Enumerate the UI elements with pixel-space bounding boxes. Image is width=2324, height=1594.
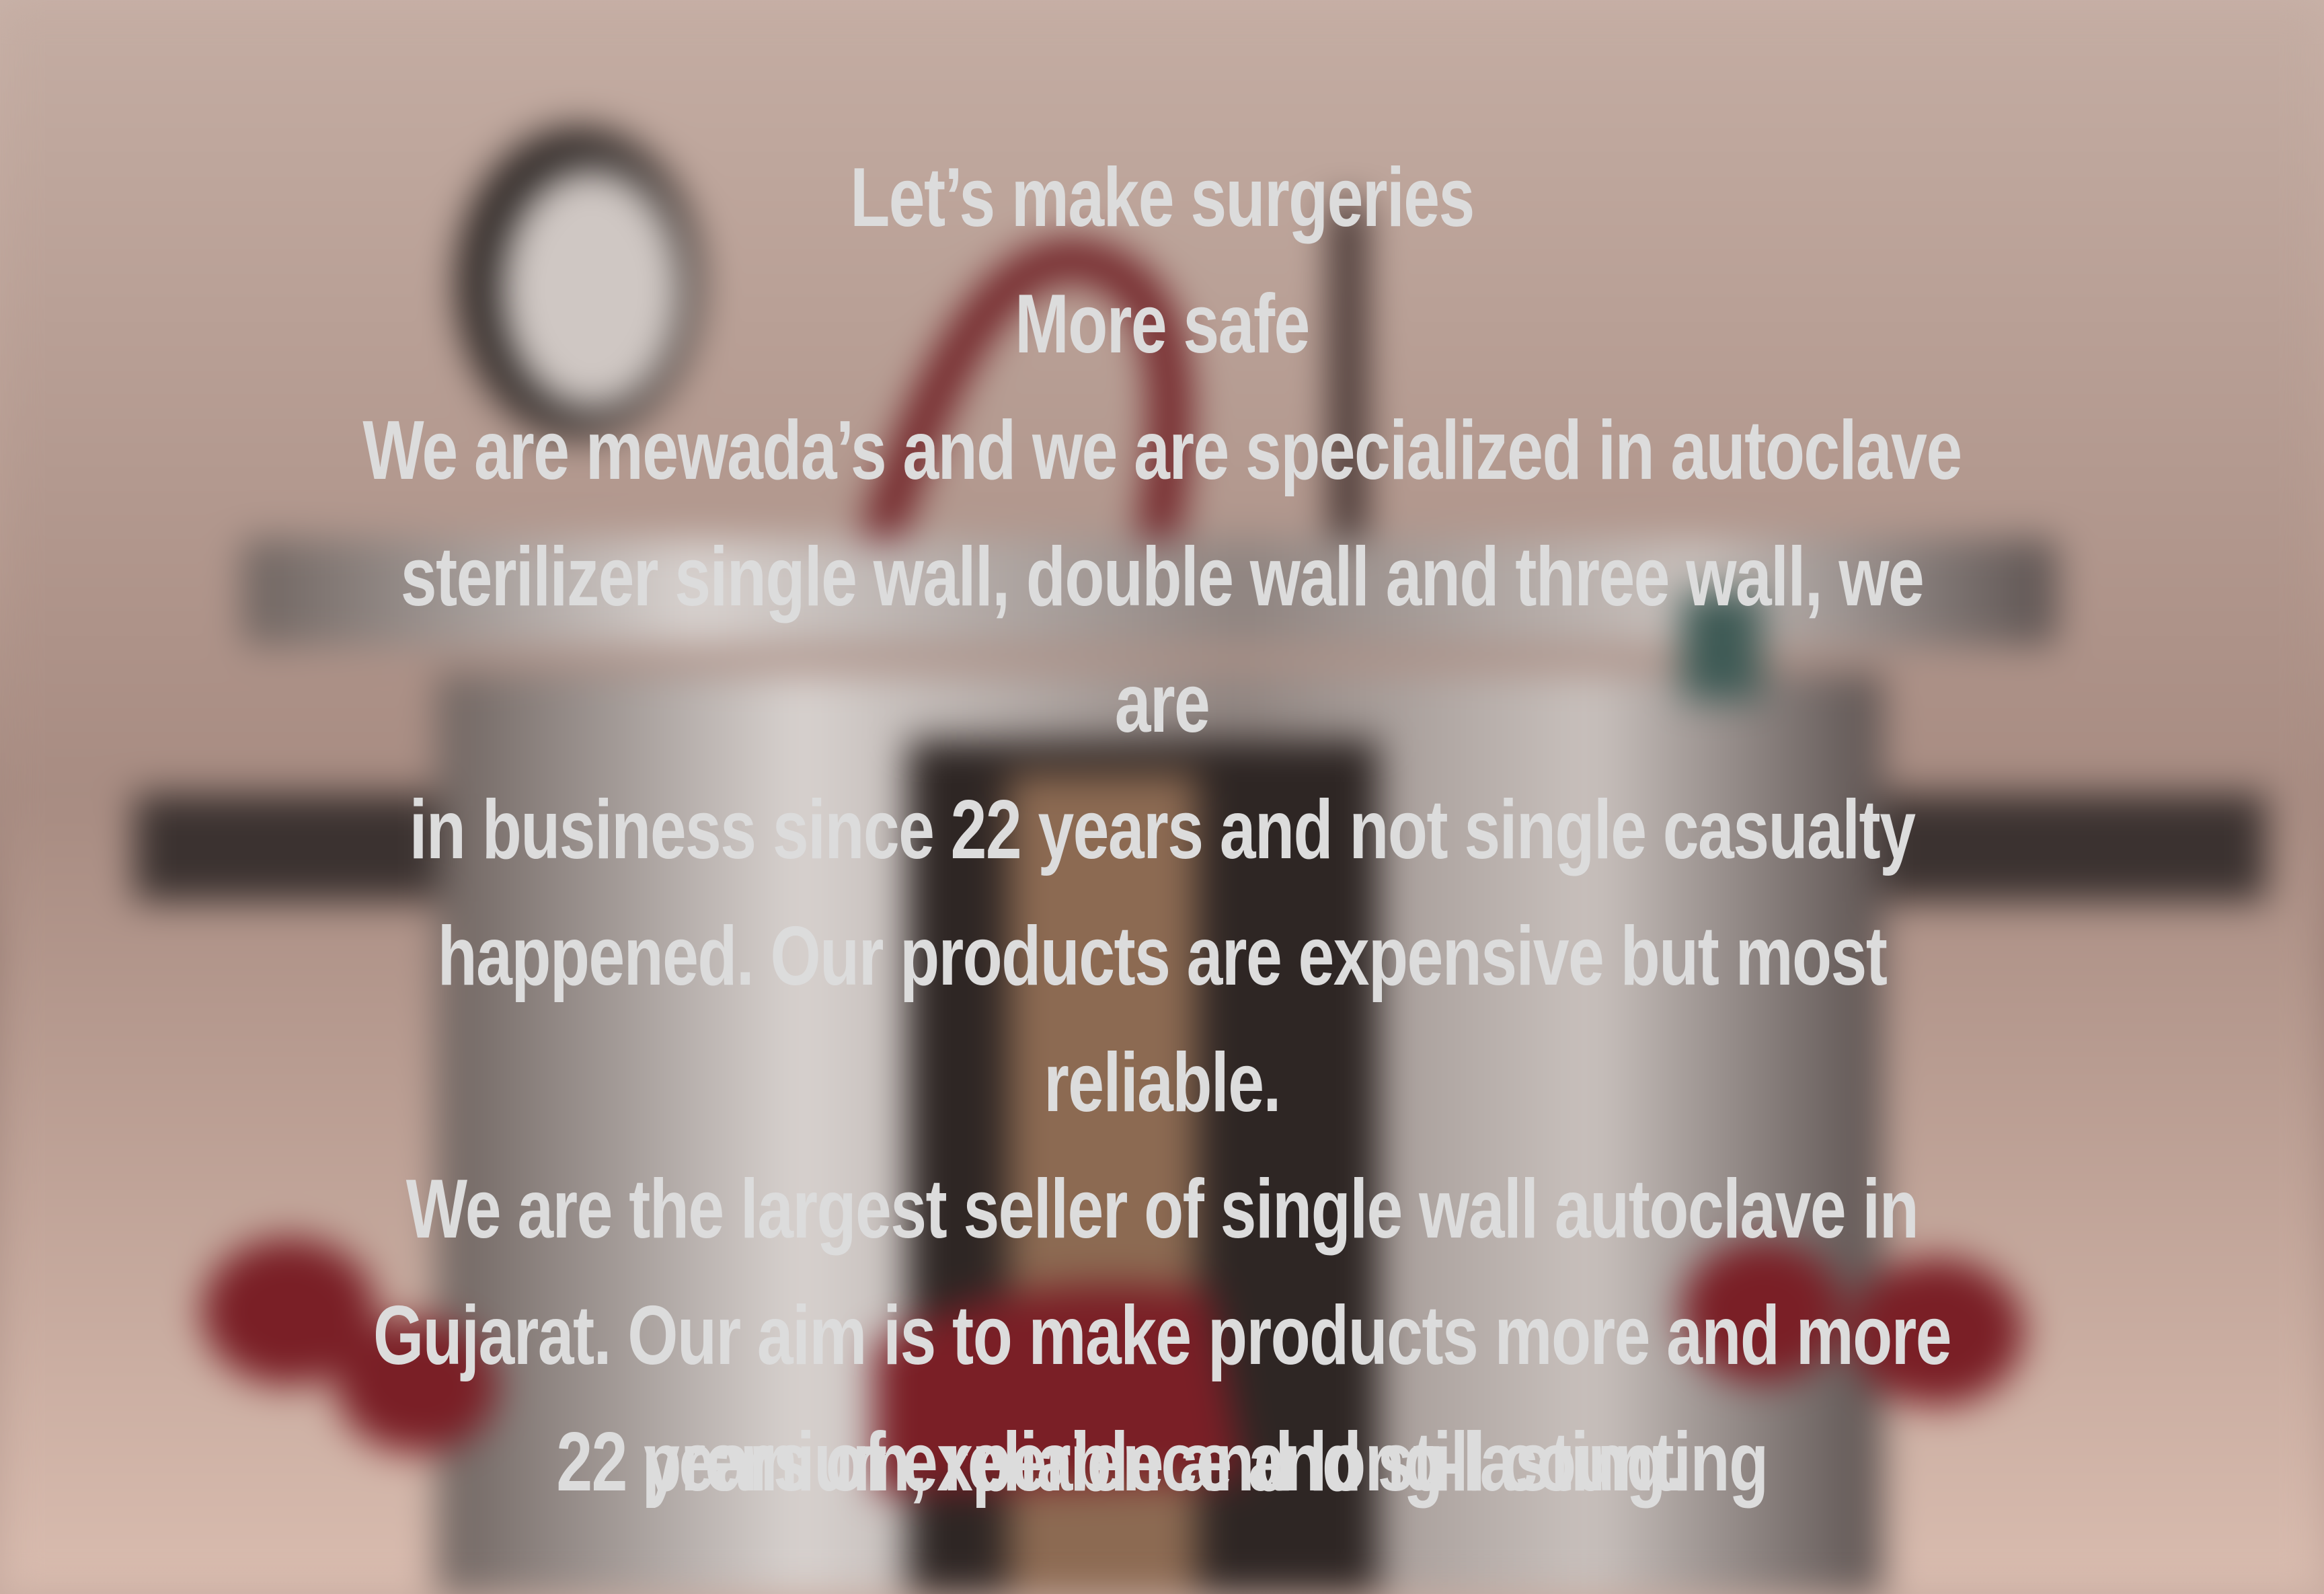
hero-title-line-1: Let’s make surgeries (850, 151, 1475, 244)
hero-text: Let’s make surgeries More safe We are me… (256, 135, 2068, 1525)
about-line: We are mewada’s and we are specialized i… (362, 404, 1962, 497)
hero-title-line-2: More safe (1015, 278, 1310, 371)
about-line: happened. Our products are expensive but… (437, 910, 1888, 1129)
about-line: We are the largest seller of single wall… (405, 1163, 1919, 1256)
experience-tagline: 22 years of experience and still countin… (556, 1416, 1769, 1509)
about-line: in business since 22 years and not singl… (409, 784, 1916, 876)
about-paragraph: We are mewada’s and we are specialized i… (349, 387, 1975, 1525)
about-line: sterilizer single wall, double wall and … (400, 531, 1925, 750)
about-line: Gujarat. Our aim is to make products mor… (373, 1289, 1952, 1382)
